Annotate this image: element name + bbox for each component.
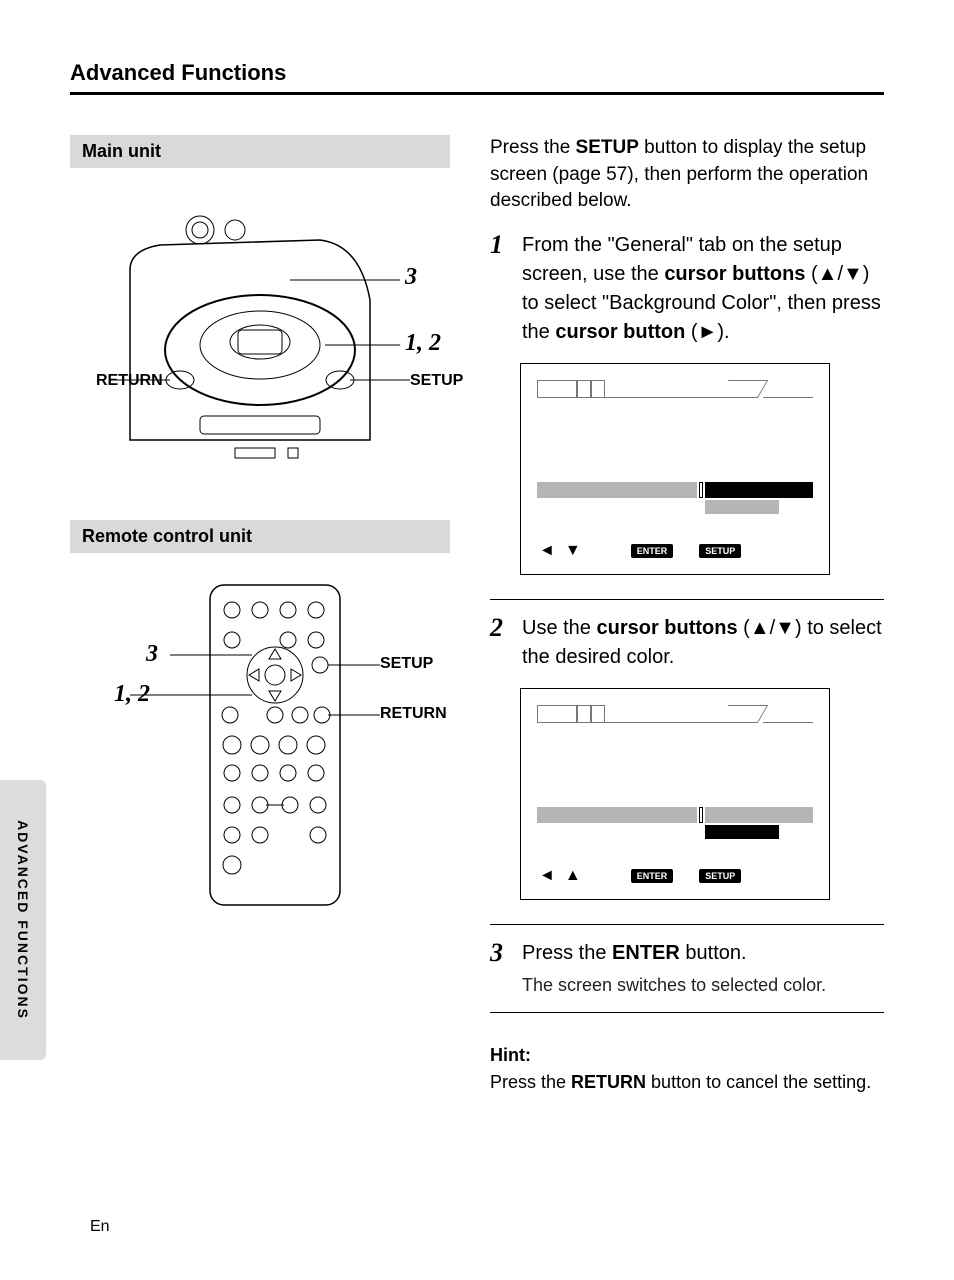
callout-return: RETURN [96, 372, 163, 390]
arrow-up-icon: ▲ [565, 867, 581, 885]
step-1: 1 From the "General" tab on the setup sc… [490, 231, 884, 347]
right-column: Press the SETUP button to display the se… [490, 135, 884, 1095]
intro-paragraph: Press the SETUP button to display the se… [490, 135, 884, 215]
page-language: En [90, 1218, 110, 1236]
step-3: 3 Press the ENTER button. The screen swi… [490, 939, 884, 998]
setup-button-label-2: SETUP [699, 869, 741, 883]
callout-3: 3 [405, 264, 417, 291]
step-3-body: Press the ENTER button. The screen switc… [522, 939, 884, 998]
remote-callout-3: 3 [146, 641, 158, 668]
divider-3 [490, 1012, 884, 1013]
side-tab: ADVANCED FUNCTIONS [0, 780, 46, 1060]
left-column: Main unit [70, 135, 450, 1095]
step-1-body: From the "General" tab on the setup scre… [522, 231, 884, 347]
step-3-subtext: The screen switches to selected color. [522, 972, 884, 998]
remote-callout-return: RETURN [380, 705, 447, 723]
hint-body: Press the RETURN button to cancel the se… [490, 1070, 884, 1095]
arrow-left-icon-2: ◄ [539, 867, 555, 885]
callout-1-2: 1, 2 [405, 330, 441, 357]
step-3-number: 3 [490, 939, 512, 998]
callout-setup: SETUP [410, 372, 463, 390]
step-2-body: Use the cursor buttons (▲/▼) to select t… [522, 614, 884, 672]
divider-2 [490, 924, 884, 925]
main-unit-label: Main unit [70, 135, 450, 168]
intro-pre: Press the [490, 137, 576, 158]
screen-1: ◄ ▼ ENTER SETUP [520, 363, 830, 575]
divider-1 [490, 599, 884, 600]
screen-2: ◄ ▲ ENTER SETUP [520, 688, 830, 900]
enter-button-label-2: ENTER [631, 869, 674, 883]
hint-title: Hint: [490, 1043, 884, 1068]
intro-setup-word: SETUP [576, 137, 639, 158]
remote-diagram: 3 1, 2 SETUP RETURN [70, 565, 450, 925]
side-tab-text: ADVANCED FUNCTIONS [15, 820, 31, 1020]
hint-block: Hint: Press the RETURN button to cancel … [490, 1043, 884, 1095]
enter-button-label: ENTER [631, 544, 674, 558]
arrow-left-icon: ◄ [539, 542, 555, 560]
setup-button-label: SETUP [699, 544, 741, 558]
step-2: 2 Use the cursor buttons (▲/▼) to select… [490, 614, 884, 672]
main-unit-diagram: 3 1, 2 RETURN SETUP [70, 180, 450, 480]
remote-unit-label: Remote control unit [70, 520, 450, 553]
step-1-number: 1 [490, 231, 512, 347]
remote-callout-1-2: 1, 2 [114, 681, 150, 708]
arrow-down-icon: ▼ [565, 542, 581, 560]
remote-callout-setup: SETUP [380, 655, 433, 673]
section-title: Advanced Functions [70, 60, 884, 95]
step-2-number: 2 [490, 614, 512, 672]
